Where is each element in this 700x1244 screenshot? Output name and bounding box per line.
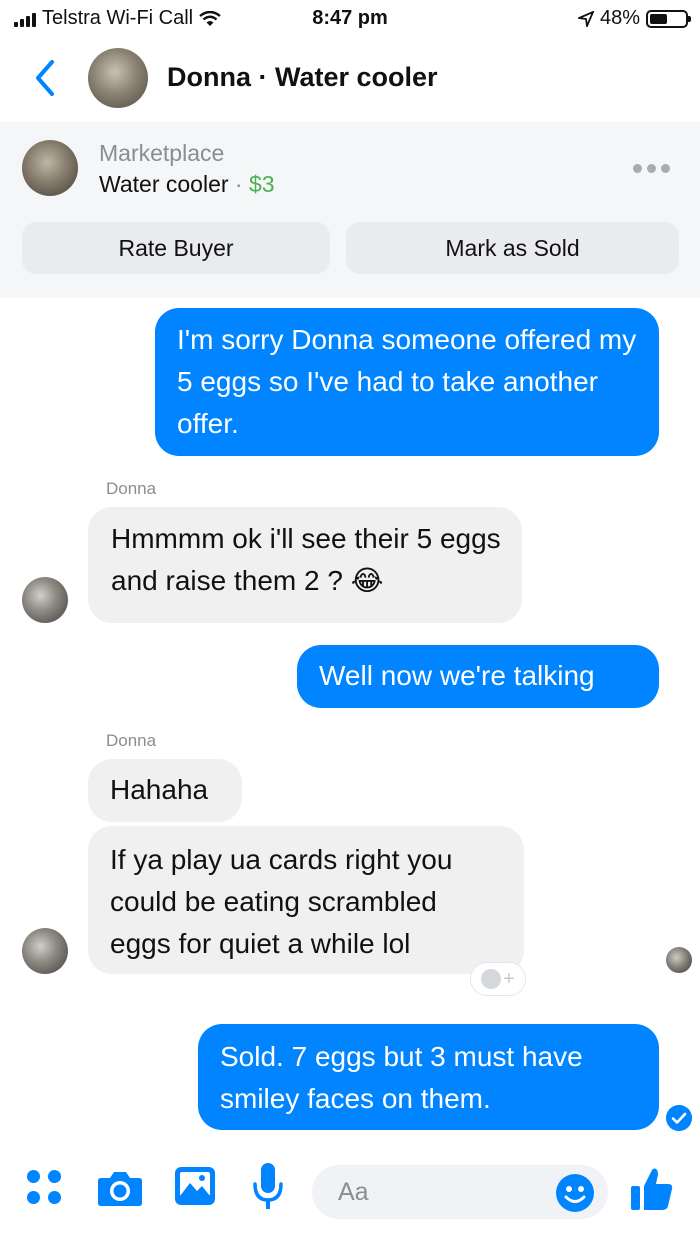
sender-name: Donna bbox=[106, 479, 157, 498]
location-arrow-icon bbox=[577, 10, 594, 27]
message-incoming[interactable]: If ya play ua cards right you could be e… bbox=[88, 826, 524, 974]
donna-avatar[interactable] bbox=[22, 928, 68, 974]
listing-title[interactable]: Water cooler · $3 bbox=[99, 171, 275, 198]
microphone-icon[interactable] bbox=[252, 1162, 284, 1212]
back-chevron-icon[interactable] bbox=[32, 58, 58, 98]
delivered-check-icon bbox=[666, 1105, 692, 1131]
marketplace-label: Marketplace bbox=[99, 140, 225, 166]
message-input-placeholder: Aa bbox=[338, 1178, 369, 1206]
contact-avatar[interactable] bbox=[88, 48, 148, 108]
price-separator: · bbox=[228, 171, 249, 197]
item-name: Water cooler bbox=[99, 171, 229, 197]
message-incoming[interactable]: Hmmmm ok i'll see their 5 eggs and raise… bbox=[88, 507, 522, 623]
message-incoming[interactable]: Hahaha bbox=[88, 759, 242, 822]
battery-group: 48% bbox=[577, 7, 691, 30]
add-reaction-plus: + bbox=[503, 967, 515, 990]
battery-icon bbox=[646, 9, 691, 28]
like-thumb-icon[interactable] bbox=[630, 1166, 674, 1212]
conversation-header: Donna · Water cooler bbox=[0, 36, 700, 120]
message-outgoing[interactable]: Well now we're talking bbox=[297, 645, 659, 708]
battery-percent: 48% bbox=[599, 7, 640, 29]
mark-as-sold-button[interactable]: Mark as Sold bbox=[346, 222, 679, 274]
add-reaction-icon[interactable]: + bbox=[470, 962, 526, 996]
apps-grid-icon[interactable] bbox=[27, 1170, 63, 1206]
gallery-icon[interactable] bbox=[174, 1166, 216, 1206]
message-outgoing[interactable]: I'm sorry Donna someone offered my 5 egg… bbox=[155, 308, 659, 456]
more-dots-icon[interactable] bbox=[633, 164, 670, 173]
conversation-title[interactable]: Donna · Water cooler bbox=[167, 62, 438, 93]
item-price: $3 bbox=[248, 171, 275, 197]
sender-name: Donna bbox=[106, 731, 157, 750]
message-outgoing[interactable]: Sold. 7 eggs but 3 must have smiley face… bbox=[198, 1024, 659, 1130]
rate-buyer-button[interactable]: Rate Buyer bbox=[22, 222, 330, 274]
seen-indicator-avatar bbox=[666, 947, 692, 973]
emoji-icon[interactable] bbox=[555, 1173, 595, 1213]
composer-bar: Aa bbox=[0, 1138, 700, 1244]
donna-avatar[interactable] bbox=[22, 577, 68, 623]
camera-icon[interactable] bbox=[97, 1168, 143, 1208]
listing-thumbnail[interactable] bbox=[22, 140, 78, 196]
marketplace-panel: Marketplace Water cooler · $3 Rate Buyer… bbox=[0, 122, 700, 298]
status-bar: Telstra Wi-Fi Call 8:47 pm 48% bbox=[0, 0, 700, 36]
